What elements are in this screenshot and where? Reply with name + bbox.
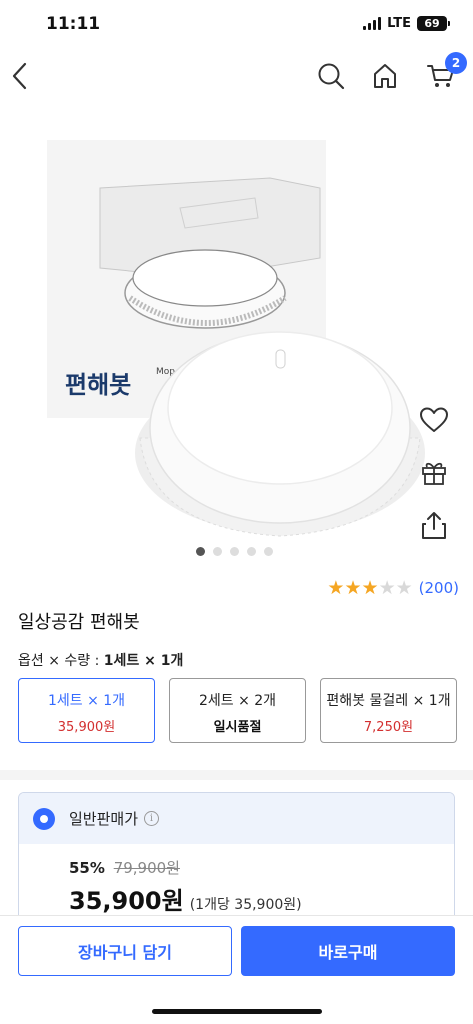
home-button[interactable] bbox=[367, 58, 403, 94]
option-summary-value: 1세트 × 1개 bbox=[103, 653, 184, 669]
home-icon bbox=[374, 64, 396, 88]
seller-radio[interactable] bbox=[33, 807, 55, 830]
wishlist-button[interactable] bbox=[416, 402, 452, 438]
search-icon bbox=[318, 63, 345, 90]
rating[interactable]: ★★★★★ (200) bbox=[327, 578, 459, 598]
option-summary: 옵션 × 수량 : 1세트 × 1개 bbox=[18, 650, 183, 670]
discount-rate: 55% bbox=[69, 859, 105, 877]
seller-type-label: 일반판매가 bbox=[69, 810, 139, 828]
original-price: 79,900원 bbox=[113, 859, 180, 877]
option-summary-label: 옵션 × 수량 : bbox=[18, 653, 104, 669]
option-2set[interactable]: 2세트 × 2개 일시품절 bbox=[169, 678, 306, 743]
option-name: 편해봇 물걸레 × 1개 bbox=[326, 693, 451, 709]
sale-price: 35,900원 bbox=[69, 887, 184, 915]
status-bar: 11:11 LTE 69 bbox=[0, 0, 473, 50]
add-to-cart-button[interactable]: 장바구니 담기 bbox=[18, 926, 232, 976]
top-nav: 2 bbox=[0, 50, 473, 102]
star-icon: ★ bbox=[395, 577, 413, 599]
product-image[interactable]: 편해봇 Mop bbox=[0, 108, 473, 540]
discount-row: 55% 79,900원 bbox=[69, 857, 180, 878]
option-mop-refill[interactable]: 편해봇 물걸레 × 1개 7,250원 bbox=[320, 678, 457, 743]
search-button[interactable] bbox=[313, 58, 349, 94]
star-icon: ★ bbox=[361, 577, 379, 599]
brand-logo-text: 편해봇 bbox=[65, 371, 131, 399]
unit-price: (1개당 35,900원) bbox=[189, 897, 302, 913]
carousel-indicator bbox=[196, 547, 273, 556]
review-count-link[interactable]: (200) bbox=[419, 579, 459, 597]
option-name: 1세트 × 1개 bbox=[47, 693, 126, 709]
product-title: 일상공감 편해봇 bbox=[18, 612, 140, 633]
star-rating: ★★★★★ bbox=[327, 578, 412, 598]
star-icon: ★ bbox=[327, 577, 345, 599]
home-indicator bbox=[152, 1009, 322, 1014]
battery-icon: 69 bbox=[417, 16, 450, 31]
carousel-dot[interactable] bbox=[196, 547, 205, 556]
status-time: 11:11 bbox=[46, 14, 101, 34]
option-name: 2세트 × 2개 bbox=[198, 693, 277, 709]
signal-icon bbox=[363, 17, 382, 30]
heart-icon bbox=[420, 407, 448, 432]
carousel-dot[interactable] bbox=[247, 547, 256, 556]
status-indicators: LTE 69 bbox=[363, 16, 450, 31]
section-divider bbox=[0, 770, 473, 780]
battery-level: 69 bbox=[424, 17, 440, 30]
network-type: LTE bbox=[387, 16, 411, 31]
chevron-left-icon bbox=[12, 62, 27, 90]
gift-icon bbox=[422, 462, 446, 485]
buy-now-button[interactable]: 바로구매 bbox=[241, 926, 455, 976]
seller-price-card[interactable]: 일반판매가 i 55% 79,900원 35,900원 (1개당 35,900원… bbox=[18, 792, 455, 932]
star-icon: ★ bbox=[344, 577, 362, 599]
gift-button[interactable] bbox=[416, 454, 452, 490]
cart-count-badge: 2 bbox=[445, 52, 467, 74]
option-1set[interactable]: 1세트 × 1개 35,900원 bbox=[18, 678, 155, 743]
bottom-action-bar: 장바구니 담기 바로구매 bbox=[0, 915, 473, 1024]
back-button[interactable] bbox=[2, 58, 38, 94]
price-row: 35,900원 (1개당 35,900원) bbox=[69, 881, 302, 916]
carousel-dot[interactable] bbox=[264, 547, 273, 556]
cart-button[interactable]: 2 bbox=[423, 52, 467, 94]
star-icon: ★ bbox=[378, 577, 396, 599]
option-price: 35,900원 bbox=[57, 720, 116, 735]
seller-header: 일반판매가 i bbox=[19, 793, 454, 844]
option-soldout-status: 일시품절 bbox=[213, 720, 262, 735]
carousel-dot[interactable] bbox=[230, 547, 239, 556]
info-icon[interactable]: i bbox=[144, 811, 160, 826]
share-icon bbox=[422, 512, 446, 539]
option-price: 7,250원 bbox=[363, 720, 414, 735]
carousel-dot[interactable] bbox=[213, 547, 222, 556]
share-button[interactable] bbox=[416, 507, 452, 543]
